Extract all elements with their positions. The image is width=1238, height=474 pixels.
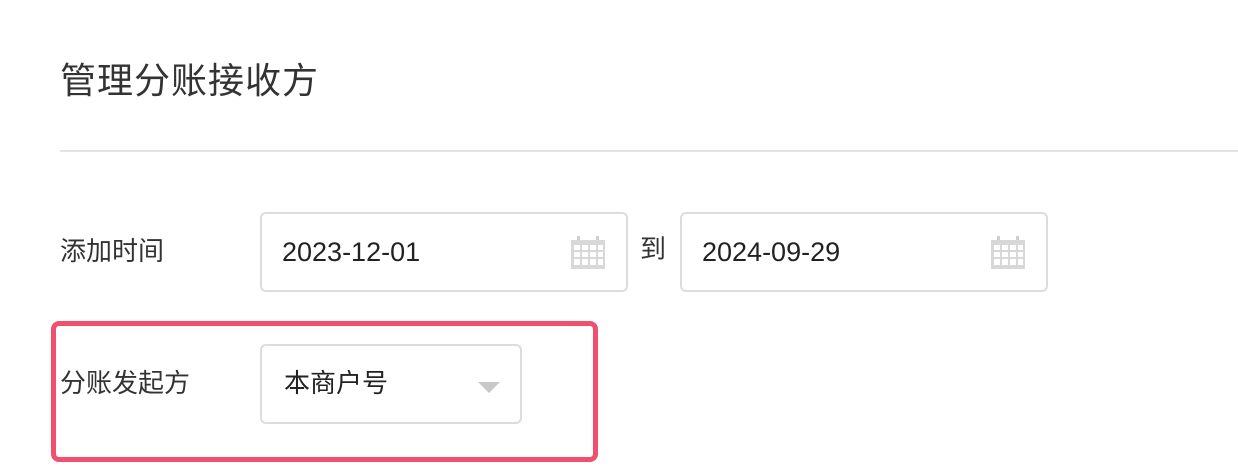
date-range-separator: 到 (640, 235, 667, 265)
initiator-selected-value: 本商户号 (284, 369, 389, 399)
add-time-label: 添加时间 (60, 237, 165, 267)
calendar-icon[interactable] (570, 234, 606, 270)
header-divider (60, 150, 1238, 152)
initiator-select[interactable]: 本商户号 (260, 344, 522, 424)
calendar-icon[interactable] (990, 234, 1026, 270)
start-date-value: 2023-12-01 (282, 237, 421, 267)
end-date-value: 2024-09-29 (702, 237, 841, 267)
start-date-input[interactable]: 2023-12-01 (260, 212, 628, 292)
page-title: 管理分账接收方 (60, 61, 320, 102)
chevron-down-icon[interactable] (478, 382, 500, 393)
end-date-input[interactable]: 2024-09-29 (680, 212, 1048, 292)
initiator-label: 分账发起方 (60, 369, 191, 399)
